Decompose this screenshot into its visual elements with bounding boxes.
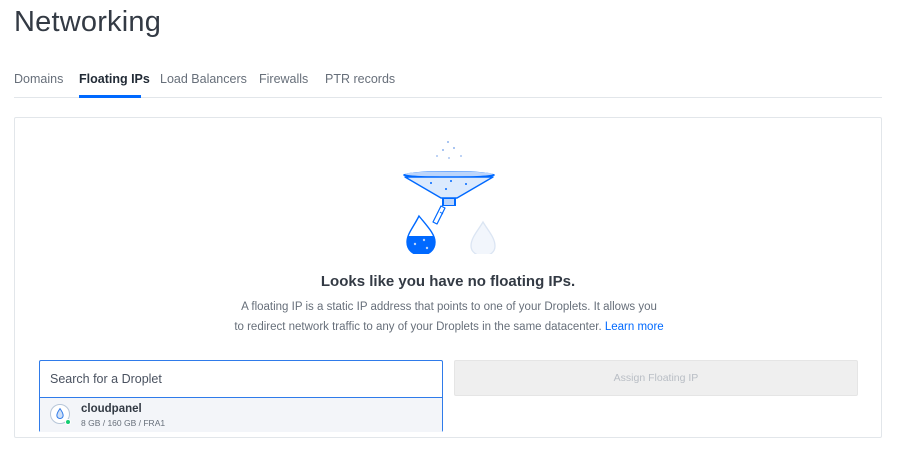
tab-domains[interactable]: Domains (14, 72, 63, 86)
status-active-indicator (65, 419, 71, 425)
tab-firewalls[interactable]: Firewalls (259, 72, 308, 86)
droplet-name: cloudpanel (81, 403, 142, 415)
empty-state-heading: Looks like you have no floating IPs. (320, 273, 576, 290)
networking-tabs: Domains Floating IPs Load Balancers Fire… (14, 60, 882, 98)
funnel-droplet-illustration (403, 141, 496, 254)
tab-ptr-records[interactable]: PTR records (325, 72, 395, 86)
page-title: Networking (14, 6, 162, 38)
description-line-1: A floating IP is a static IP address tha… (241, 301, 657, 313)
active-tab-indicator (79, 95, 141, 98)
empty-state-description: A floating IP is a static IP address tha… (229, 297, 669, 337)
description-line-2: to redirect network traffic to any of yo… (234, 321, 602, 333)
assign-floating-ip-button[interactable]: Assign Floating IP (454, 360, 858, 396)
droplet-option-cloudpanel[interactable]: cloudpanel 8 GB / 160 GB / FRA1 (40, 397, 442, 432)
droplet-specs: 8 GB / 160 GB / FRA1 (81, 418, 166, 428)
droplet-search-combobox: cloudpanel 8 GB / 160 GB / FRA1 (39, 360, 443, 432)
tab-load-balancers[interactable]: Load Balancers (160, 72, 247, 86)
tab-floating-ips[interactable]: Floating IPs (79, 72, 150, 86)
droplet-search-input[interactable] (40, 361, 442, 397)
floating-ips-panel: Looks like you have no floating IPs. A f… (14, 117, 882, 438)
learn-more-link[interactable]: Learn more (605, 321, 664, 333)
